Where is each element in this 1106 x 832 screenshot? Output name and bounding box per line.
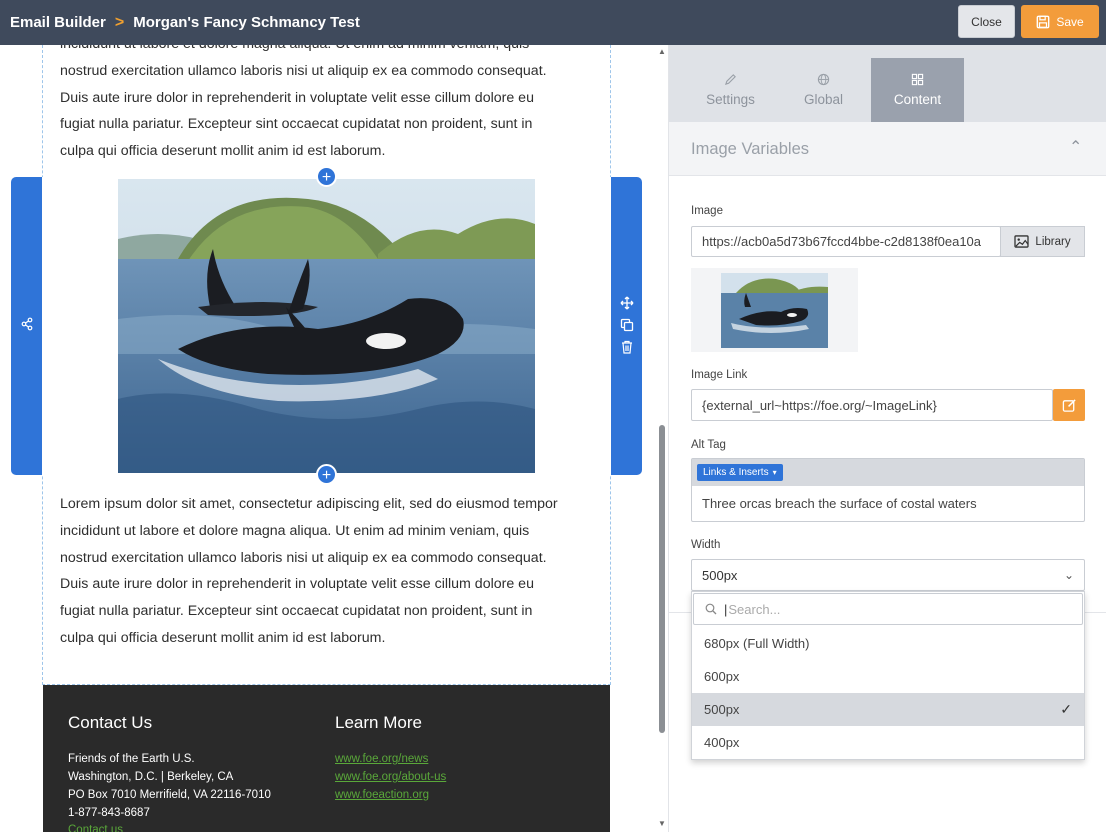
text-block-bottom[interactable]: Lorem ipsum dolor sit amet, consectetur …	[60, 491, 600, 652]
edit-icon	[1062, 398, 1076, 412]
dropdown-option[interactable]: 400px	[692, 726, 1084, 759]
width-selected-value: 500px	[702, 567, 738, 583]
orca-image[interactable]	[118, 179, 535, 473]
text-line: Duis aute irure dolor in reprehenderit i…	[60, 89, 534, 106]
scroll-down-icon[interactable]: ▼	[658, 819, 666, 828]
section-header-image-variables[interactable]: Image Variables ⌃	[669, 122, 1106, 176]
tab-settings[interactable]: Settings	[684, 58, 777, 122]
alt-tag-toolbar: Links & Inserts ▾	[692, 459, 1084, 486]
width-select[interactable]: 500px ⌄	[691, 559, 1085, 591]
footer-link[interactable]: www.foe.org/news	[335, 753, 428, 765]
share-icon[interactable]	[20, 317, 34, 331]
orca-thumbnail	[721, 273, 828, 348]
text-line: incididunt ut labore et dolore magna ali…	[60, 45, 600, 58]
contact-line: Friends of the Earth U.S.	[68, 753, 195, 765]
search-placeholder: Search...	[728, 601, 781, 617]
page-title: Morgan's Fancy Schmancy Test	[133, 14, 360, 31]
alt-tag-label: Alt Tag	[691, 439, 726, 451]
text-line: nostrud exercitation ullamco laboris nis…	[60, 62, 547, 79]
edit-link-button[interactable]	[1053, 389, 1085, 421]
contact-line: PO Box 7010 Merrifield, VA 22116-7010	[68, 789, 271, 801]
add-block-below-button[interactable]: +	[316, 464, 337, 485]
text-line: Duis aute irure dolor in reprehenderit i…	[60, 576, 534, 593]
trash-icon[interactable]	[620, 340, 634, 354]
footer-link[interactable]: www.foeaction.org	[335, 789, 429, 801]
tab-label: Settings	[706, 92, 755, 107]
chip-label: Links & Inserts	[703, 467, 769, 478]
tab-label: Global	[803, 92, 844, 107]
breadcrumb-root[interactable]: Email Builder	[10, 14, 106, 31]
text-line: incididunt ut labore et dolore magna ali…	[60, 522, 530, 539]
search-icon	[705, 603, 717, 615]
text-line: fugiat nulla pariatur. Excepteur sint oc…	[60, 116, 533, 133]
image-icon	[1014, 235, 1030, 248]
image-preview	[691, 268, 858, 352]
checkmark-icon: ✓	[1060, 701, 1072, 717]
grid-icon	[911, 73, 924, 86]
image-frame	[42, 177, 611, 475]
width-label: Width	[691, 539, 721, 551]
option-label: 500px	[704, 702, 740, 717]
add-block-above-button[interactable]: +	[316, 166, 337, 187]
tab-label: Content	[893, 92, 942, 107]
email-canvas: incididunt ut labore et dolore magna ali…	[0, 45, 668, 832]
email-footer[interactable]: Contact Us Friends of the Earth U.S. Was…	[43, 685, 610, 832]
section-title: Image Variables	[691, 140, 810, 158]
text-line: culpa qui officia deserunt mollit anim i…	[60, 629, 386, 646]
alt-tag-field[interactable]: Links & Inserts ▾ Three orcas breach the…	[691, 458, 1085, 522]
contact-line: 1-877-843-8687	[68, 807, 150, 819]
move-icon[interactable]	[620, 296, 634, 310]
globe-icon	[817, 73, 830, 86]
alt-tag-text[interactable]: Three orcas breach the surface of costal…	[702, 496, 977, 511]
width-dropdown-menu: | Search... 680px (Full Width) 600px 500…	[691, 591, 1085, 760]
image-url-input[interactable]: https://acb0a5d73b67fccd4bbe-c2d8138f0ea…	[691, 226, 1001, 257]
top-bar: Email Builder > Morgan's Fancy Schmancy …	[0, 0, 1106, 45]
selected-image-block[interactable]	[11, 177, 642, 475]
duplicate-icon[interactable]	[620, 318, 634, 332]
canvas-scrollbar[interactable]: ▲ ▼	[657, 45, 668, 832]
text-line: culpa qui officia deserunt mollit anim i…	[60, 143, 386, 160]
tab-global[interactable]: Global	[777, 58, 870, 122]
contact-heading: Contact Us	[68, 713, 153, 732]
footer-link[interactable]: www.foe.org/about-us	[335, 771, 446, 783]
chevron-up-icon[interactable]: ⌃	[1069, 137, 1082, 157]
dropdown-option[interactable]: 600px	[692, 660, 1084, 693]
save-label: Save	[1056, 14, 1084, 29]
library-label: Library	[1035, 235, 1071, 248]
scroll-up-icon[interactable]: ▲	[658, 47, 666, 56]
tab-content[interactable]: Content	[871, 58, 964, 122]
close-button[interactable]: Close	[958, 5, 1015, 38]
text-caret: |	[724, 601, 728, 617]
dropdown-option[interactable]: 680px (Full Width)	[692, 627, 1084, 660]
text-line: nostrud exercitation ullamco laboris nis…	[60, 549, 547, 566]
chevron-down-icon: ⌄	[1063, 568, 1074, 582]
panel-tabs: Settings Global Content	[669, 45, 1106, 122]
breadcrumb-separator: >	[114, 13, 125, 31]
contact-line: Washington, D.C. | Berkeley, CA	[68, 771, 234, 783]
contact-us-link[interactable]: Contact us	[68, 824, 123, 832]
pencil-icon	[724, 74, 736, 86]
scrollbar-thumb[interactable]	[659, 425, 665, 733]
floppy-disk-icon	[1036, 15, 1050, 28]
library-button[interactable]: Library	[1000, 226, 1085, 257]
save-button[interactable]: Save	[1021, 5, 1099, 38]
properties-panel: Settings Global Content Image Variables …	[668, 45, 1106, 832]
text-line: Lorem ipsum dolor sit amet, consectetur …	[60, 496, 558, 512]
text-line: fugiat nulla pariatur. Excepteur sint oc…	[60, 603, 533, 620]
image-link-label: Image Link	[691, 369, 748, 381]
image-link-input[interactable]: {external_url~https://foe.org/~ImageLink…	[691, 389, 1053, 421]
learn-more-heading: Learn More	[335, 713, 422, 732]
dropdown-search-input[interactable]: | Search...	[693, 593, 1083, 625]
image-label: Image	[691, 205, 723, 217]
chevron-down-icon: ▾	[772, 468, 777, 477]
links-inserts-dropdown[interactable]: Links & Inserts ▾	[697, 464, 783, 481]
dropdown-option-selected[interactable]: 500px ✓	[692, 693, 1084, 726]
text-block-top[interactable]: incididunt ut labore et dolore magna ali…	[60, 45, 600, 165]
